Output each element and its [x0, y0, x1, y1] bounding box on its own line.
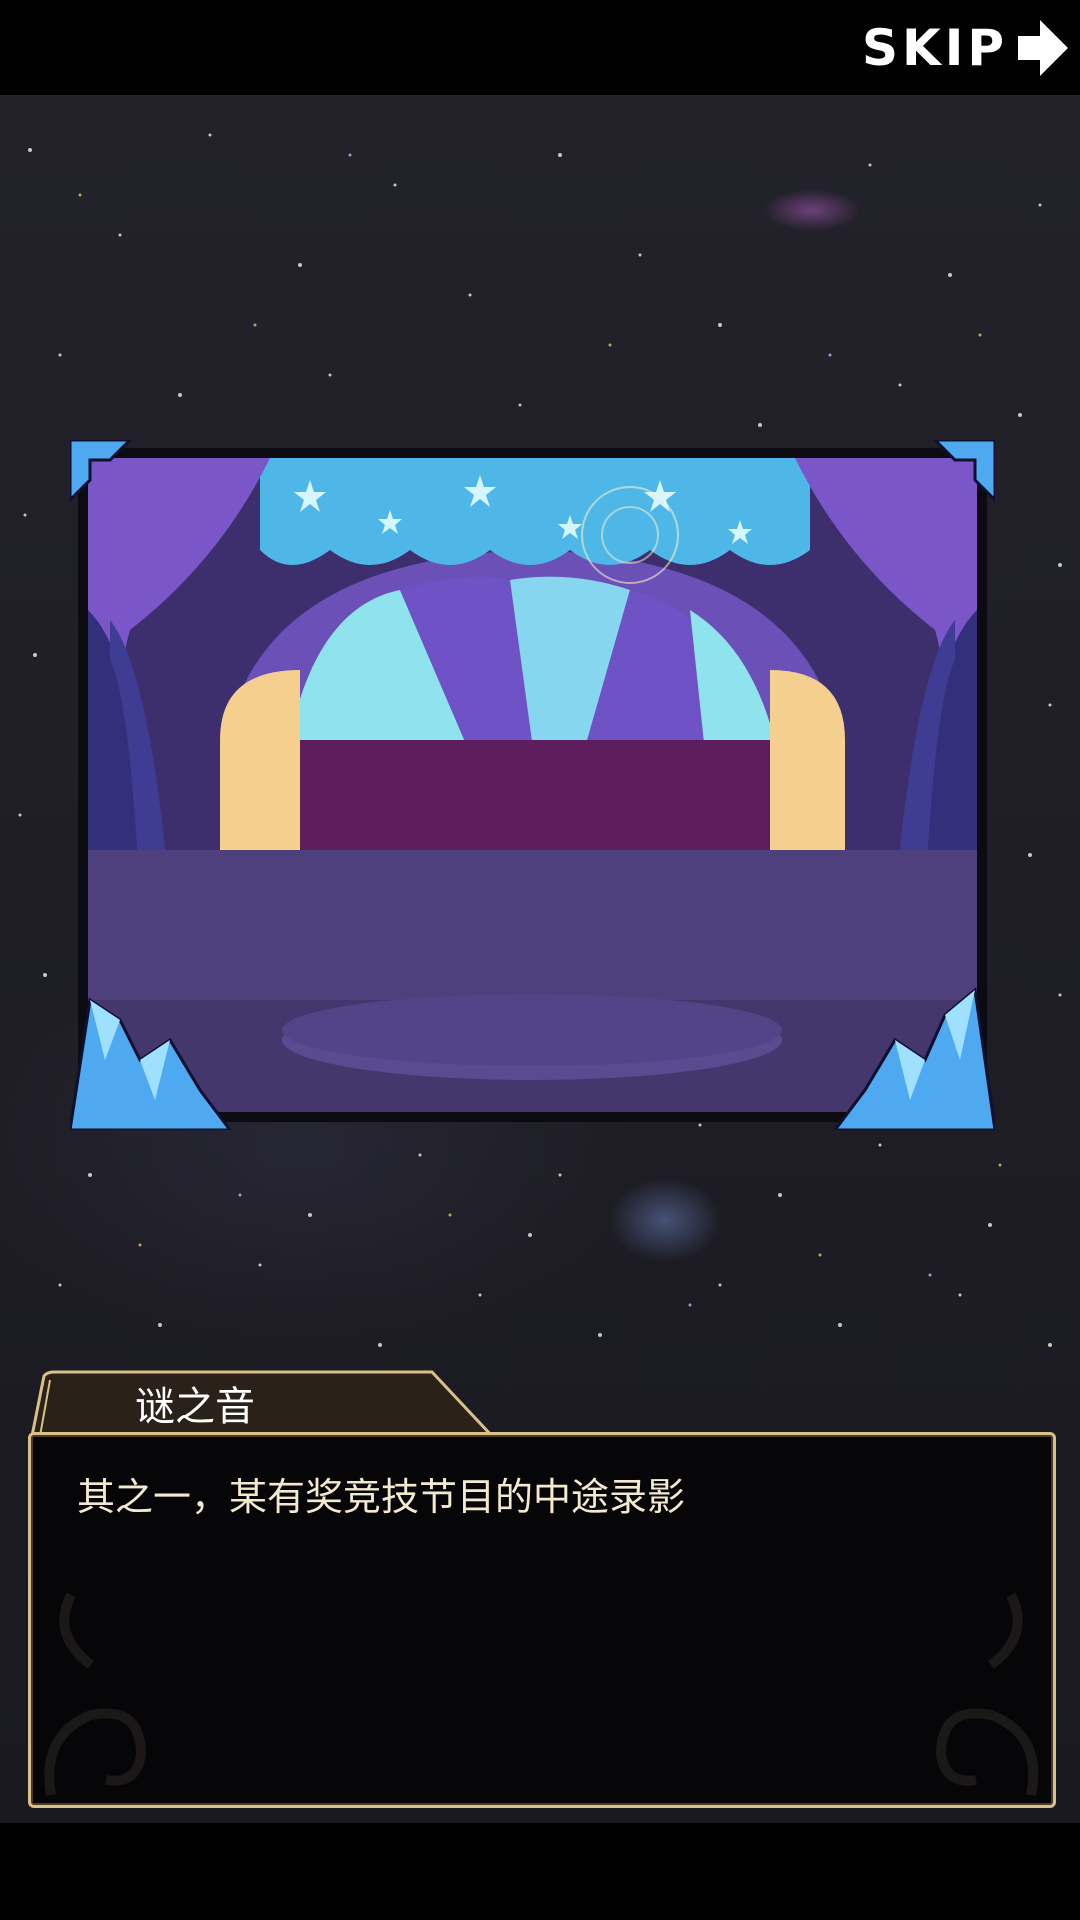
bottom-bar	[0, 1823, 1080, 1920]
arrow-right-icon	[1018, 20, 1068, 76]
top-bar: SKIP	[0, 0, 1080, 95]
skip-button[interactable]: SKIP	[840, 12, 1070, 84]
speaker-name: 谜之音	[135, 1384, 255, 1430]
dialog-text: 其之一，某有奖竞技节目的中途录影	[77, 1475, 686, 1519]
stage-scene	[70, 440, 995, 1130]
dialog-box[interactable]: 其之一，某有奖竞技节目的中途录影	[28, 1432, 1056, 1808]
skip-label: SKIP	[861, 19, 1008, 77]
